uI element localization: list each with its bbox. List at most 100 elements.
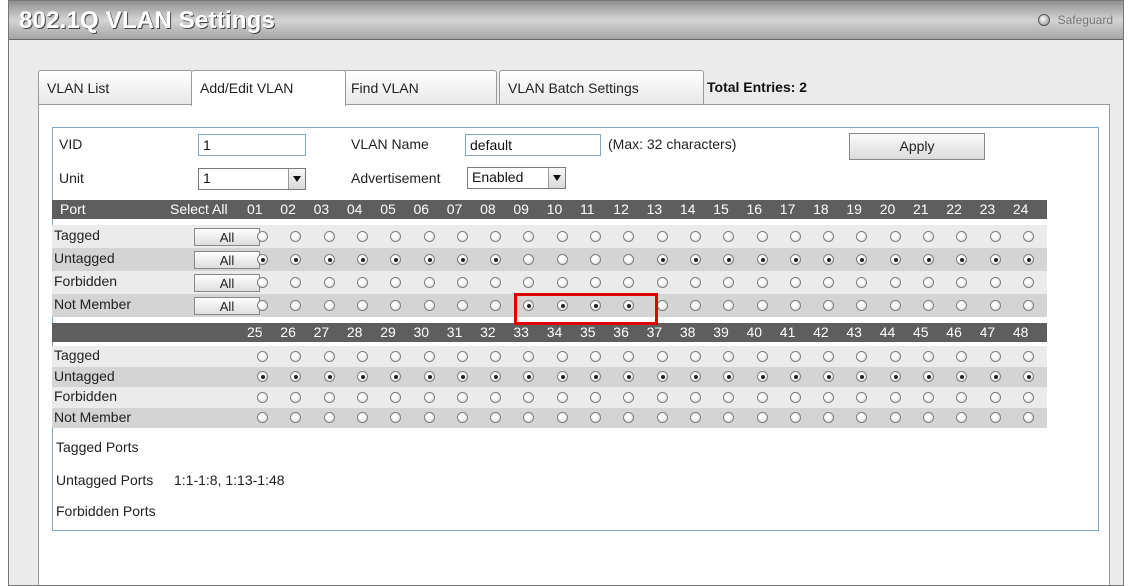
port-radio[interactable] [290, 350, 302, 362]
port-radio[interactable] [590, 231, 601, 242]
port-radio[interactable] [789, 371, 801, 383]
port-radio[interactable] [656, 350, 668, 362]
port-radio[interactable] [390, 391, 402, 403]
port-radio[interactable] [423, 350, 435, 362]
port-radio[interactable] [856, 254, 868, 265]
port-radio[interactable] [257, 231, 268, 242]
port-radio[interactable] [723, 254, 735, 265]
port-radio[interactable] [290, 254, 302, 265]
port-radio[interactable] [923, 277, 934, 288]
port-radio[interactable] [423, 391, 435, 403]
port-radio[interactable] [723, 231, 735, 242]
port-radio[interactable] [823, 277, 835, 288]
port-radio[interactable] [623, 350, 635, 362]
port-radio[interactable] [390, 231, 402, 242]
port-radio[interactable] [590, 391, 601, 403]
port-radio[interactable] [456, 350, 468, 362]
port-radio[interactable] [889, 277, 901, 288]
port-radio[interactable] [523, 350, 535, 362]
port-radio[interactable] [590, 371, 601, 383]
unit-select[interactable]: 1 [198, 168, 306, 190]
port-radio[interactable] [956, 300, 968, 311]
vid-input[interactable] [198, 134, 306, 156]
port-radio[interactable] [989, 277, 1001, 288]
port-radio[interactable] [323, 350, 335, 362]
port-radio[interactable] [623, 277, 635, 288]
port-radio[interactable] [789, 277, 801, 288]
port-radio[interactable] [689, 300, 701, 311]
port-radio[interactable] [856, 391, 868, 403]
port-radio[interactable] [756, 231, 768, 242]
port-radio[interactable] [989, 300, 1001, 311]
port-radio[interactable] [656, 254, 668, 265]
port-radio[interactable] [456, 412, 468, 424]
port-radio[interactable] [889, 412, 901, 424]
port-radio[interactable] [623, 254, 635, 265]
port-radio[interactable] [623, 371, 635, 383]
safeguard-indicator[interactable]: Safeguard [1037, 13, 1113, 27]
port-radio[interactable] [723, 412, 735, 424]
port-radio[interactable] [1022, 231, 1034, 242]
port-radio[interactable] [989, 254, 1001, 265]
port-radio[interactable] [889, 254, 901, 265]
port-radio[interactable] [423, 300, 435, 311]
apply-button[interactable]: Apply [849, 133, 985, 160]
port-radio[interactable] [323, 231, 335, 242]
port-radio[interactable] [756, 391, 768, 403]
port-radio[interactable] [556, 350, 568, 362]
port-radio[interactable] [756, 254, 768, 265]
port-radio[interactable] [989, 371, 1001, 383]
port-radio[interactable] [856, 231, 868, 242]
port-radio[interactable] [689, 231, 701, 242]
port-radio[interactable] [456, 231, 468, 242]
port-radio[interactable] [623, 231, 635, 242]
port-radio[interactable] [923, 231, 934, 242]
port-radio[interactable] [290, 371, 302, 383]
port-radio[interactable] [323, 300, 335, 311]
port-radio[interactable] [257, 350, 268, 362]
port-radio[interactable] [889, 371, 901, 383]
port-radio[interactable] [723, 391, 735, 403]
port-radio[interactable] [823, 350, 835, 362]
port-radio[interactable] [423, 254, 435, 265]
port-radio[interactable] [356, 350, 368, 362]
select-all-untagged-button[interactable]: All [194, 250, 260, 269]
port-radio[interactable] [390, 277, 402, 288]
port-radio[interactable] [789, 412, 801, 424]
port-radio[interactable] [257, 391, 268, 403]
port-radio[interactable] [723, 350, 735, 362]
port-radio[interactable] [1022, 371, 1034, 383]
port-radio[interactable] [889, 350, 901, 362]
port-radio[interactable] [590, 254, 601, 265]
port-radio[interactable] [323, 277, 335, 288]
tab-add-edit-vlan[interactable]: Add/Edit VLAN [191, 70, 346, 106]
port-radio[interactable] [523, 277, 535, 288]
port-radio[interactable] [789, 254, 801, 265]
port-radio[interactable] [1022, 412, 1034, 424]
port-radio[interactable] [323, 391, 335, 403]
port-radio[interactable] [490, 300, 502, 311]
port-radio[interactable] [889, 231, 901, 242]
port-radio[interactable] [523, 391, 535, 403]
advertisement-select[interactable]: Enabled [467, 167, 566, 189]
port-radio[interactable] [523, 254, 535, 265]
port-radio[interactable] [523, 231, 535, 242]
port-radio[interactable] [723, 300, 735, 311]
tab-vlan-batch-settings[interactable]: VLAN Batch Settings [499, 70, 704, 104]
port-radio[interactable] [856, 300, 868, 311]
port-radio[interactable] [689, 277, 701, 288]
port-radio[interactable] [923, 412, 934, 424]
port-radio[interactable] [823, 371, 835, 383]
port-radio[interactable] [956, 254, 968, 265]
port-radio[interactable] [456, 277, 468, 288]
port-radio[interactable] [1022, 300, 1034, 311]
port-radio[interactable] [756, 371, 768, 383]
port-radio[interactable] [923, 371, 934, 383]
port-radio[interactable] [789, 300, 801, 311]
port-radio[interactable] [290, 391, 302, 403]
port-radio[interactable] [356, 277, 368, 288]
port-radio[interactable] [723, 277, 735, 288]
port-radio[interactable] [656, 412, 668, 424]
port-radio[interactable] [390, 350, 402, 362]
port-radio[interactable] [823, 254, 835, 265]
